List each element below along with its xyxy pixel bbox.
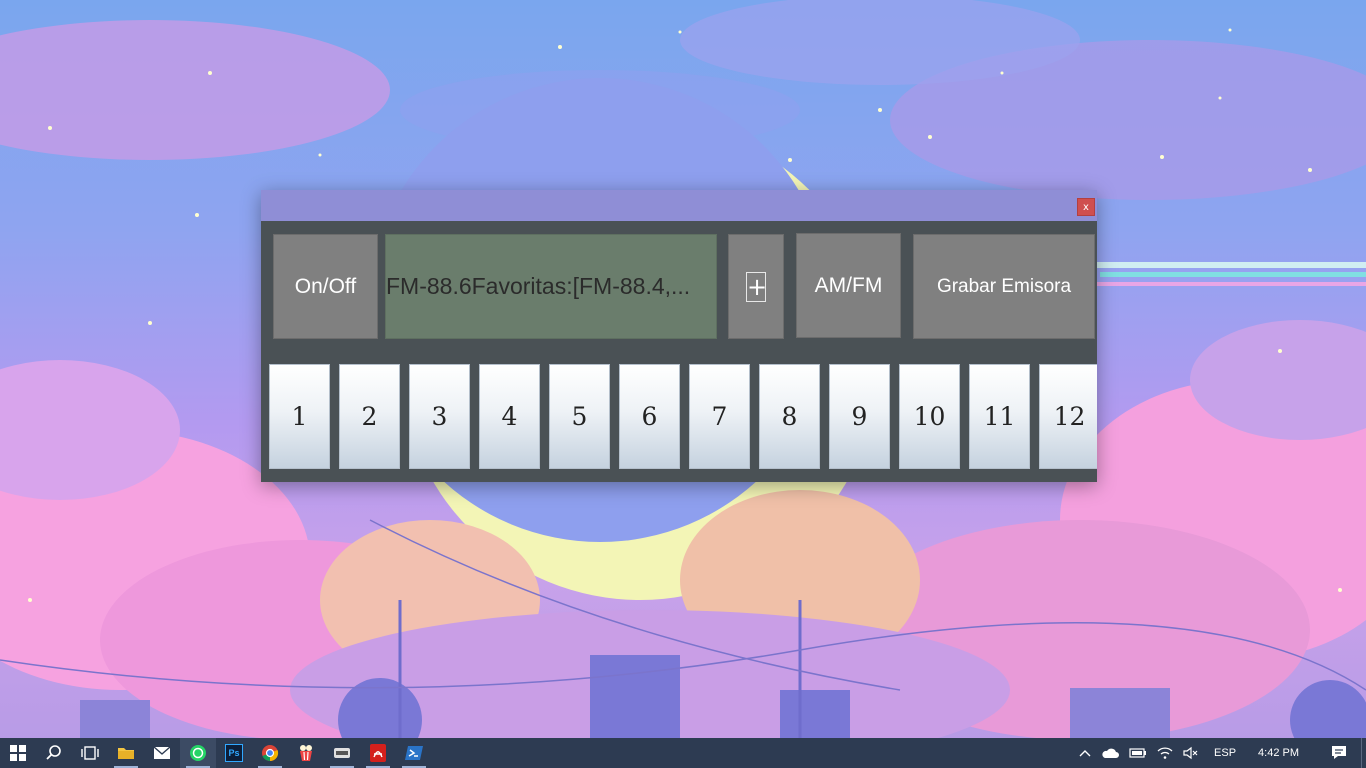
radio-window: x On/Off FM-88.6Favoritas:[FM-88.4,... +… (261, 190, 1097, 482)
preset-buttons-row: 1 2 3 4 5 6 7 8 9 10 11 12 (269, 364, 1097, 470)
wifi-icon[interactable] (1152, 738, 1178, 768)
chrome-icon[interactable] (252, 738, 288, 768)
preset-button-2[interactable]: 2 (339, 364, 400, 469)
chevron-up-icon[interactable] (1074, 738, 1096, 768)
preset-button-5[interactable]: 5 (549, 364, 610, 469)
acrobat-icon[interactable] (360, 738, 396, 768)
search-icon[interactable] (36, 738, 72, 768)
task-view-icon[interactable] (72, 738, 108, 768)
clock[interactable]: 4:42 PM (1246, 738, 1317, 768)
preset-button-6[interactable]: 6 (619, 364, 680, 469)
station-display-text: FM-88.6Favoritas:[FM-88.4,... (386, 273, 691, 299)
notifications-icon[interactable] (1317, 738, 1361, 768)
start-icon[interactable] (0, 738, 36, 768)
app-icon[interactable] (324, 738, 360, 768)
taskbar: Ps ESP 4:42 PM (0, 738, 1366, 768)
whatsapp-icon[interactable] (180, 738, 216, 768)
language-indicator[interactable]: ESP (1204, 738, 1246, 768)
show-desktop-button[interactable] (1361, 738, 1366, 768)
preset-button-7[interactable]: 7 (689, 364, 750, 469)
preset-button-4[interactable]: 4 (479, 364, 540, 469)
file-explorer-icon[interactable] (108, 738, 144, 768)
popcorn-icon[interactable] (288, 738, 324, 768)
plus-icon: + (746, 271, 768, 302)
onedrive-icon[interactable] (1096, 738, 1124, 768)
preset-button-1[interactable]: 1 (269, 364, 330, 469)
add-favorite-button[interactable]: + (728, 234, 784, 339)
preset-button-9[interactable]: 9 (829, 364, 890, 469)
photoshop-logo: Ps (225, 744, 243, 762)
battery-icon[interactable] (1124, 738, 1152, 768)
window-titlebar[interactable]: x (261, 190, 1097, 221)
powershell-icon[interactable] (396, 738, 432, 768)
system-tray: ESP 4:42 PM (1074, 738, 1366, 768)
preset-button-11[interactable]: 11 (969, 364, 1030, 469)
volume-muted-icon[interactable] (1178, 738, 1204, 768)
record-station-button[interactable]: Grabar Emisora (913, 234, 1095, 339)
preset-button-3[interactable]: 3 (409, 364, 470, 469)
power-button[interactable]: On/Off (273, 234, 378, 339)
photoshop-icon[interactable]: Ps (216, 738, 252, 768)
station-display: FM-88.6Favoritas:[FM-88.4,... (385, 234, 717, 339)
close-button[interactable]: x (1077, 198, 1095, 216)
preset-button-8[interactable]: 8 (759, 364, 820, 469)
am-fm-toggle-button[interactable]: AM/FM (796, 233, 901, 338)
preset-button-10[interactable]: 10 (899, 364, 960, 469)
mail-icon[interactable] (144, 738, 180, 768)
preset-button-12[interactable]: 12 (1039, 364, 1097, 469)
